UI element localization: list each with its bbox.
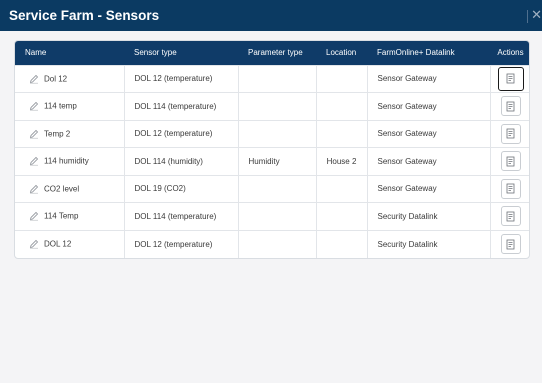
cell-name: Temp 2 (15, 120, 125, 148)
cell-sensor-type: DOL 114 (temperature) (124, 92, 239, 120)
sensor-name: 114 Temp (44, 211, 79, 221)
cell-datalink: Sensor Gateway (367, 65, 491, 93)
page-title: Service Farm - Sensors (9, 8, 160, 23)
document-icon (505, 211, 516, 222)
column-header-actions: Actions (497, 48, 524, 58)
pencil-icon[interactable] (29, 74, 39, 84)
sensor-name: Temp 2 (44, 129, 71, 139)
column-header-datalink[interactable]: FarmOnline+ Datalink (367, 41, 490, 65)
cell-parameter-type (238, 175, 317, 203)
table-row: 114 Temp DOL 114 (temperature) Security Da… (15, 202, 529, 231)
cell-sensor-type: DOL 12 (temperature) (124, 65, 239, 93)
column-header-sensor-type[interactable]: Sensor type (124, 41, 238, 65)
document-icon (505, 239, 516, 250)
pencil-icon[interactable] (29, 211, 39, 221)
column-header-parameter-type[interactable]: Parameter type (238, 41, 316, 65)
action-button[interactable] (500, 178, 521, 199)
table-row: 114 humidity DOL 114 (humidity) Humidity Ho… (15, 147, 529, 176)
column-header-name[interactable]: Name (15, 41, 124, 65)
cell-location (316, 175, 368, 203)
cell-datalink: Sensor Gateway (367, 147, 491, 175)
action-button[interactable] (500, 206, 521, 227)
cell-datalink: Security Datalink (367, 230, 491, 258)
document-icon (505, 101, 516, 112)
cell-datalink: Sensor Gateway (367, 120, 491, 148)
table-row: CO2 level DOL 19 (CO2) Sensor Gateway (15, 175, 529, 203)
cell-name: CO2 level (15, 175, 125, 203)
pencil-icon[interactable] (29, 101, 39, 111)
cell-sensor-type: DOL 12 (temperature) (124, 230, 239, 258)
cell-actions (490, 120, 529, 148)
action-button[interactable] (500, 151, 521, 172)
table-row: Dol 12 DOL 12 (temperature) Sensor Gateway (15, 65, 529, 93)
cell-parameter-type (238, 120, 317, 148)
document-icon (505, 73, 516, 84)
action-button[interactable] (500, 234, 521, 254)
cell-sensor-type: DOL 12 (temperature) (124, 120, 239, 148)
action-button[interactable] (500, 96, 521, 117)
cell-sensor-type: DOL 114 (humidity) (124, 147, 239, 175)
cell-name: 114 Temp (15, 202, 125, 230)
cell-name: 114 temp (15, 92, 125, 120)
cell-actions (490, 93, 529, 121)
sensor-name: CO2 level (44, 184, 80, 194)
cell-name: Dol 12 (15, 65, 125, 93)
sensors-table-card: Name Sensor type Parameter type Location… (14, 40, 530, 259)
cell-parameter-type (238, 92, 317, 120)
cell-name: 114 humidity (15, 147, 125, 175)
document-icon (505, 156, 516, 167)
cell-sensor-type: DOL 114 (temperature) (124, 202, 239, 230)
cell-location (316, 65, 368, 93)
cell-parameter-type (238, 65, 317, 93)
cell-actions (490, 148, 529, 176)
action-button[interactable] (497, 66, 524, 91)
cell-actions (490, 230, 529, 258)
cell-sensor-type: DOL 19 (CO2) (124, 175, 239, 203)
column-header-location[interactable]: Location (316, 41, 367, 65)
sensor-name: DOL 12 (44, 239, 72, 249)
cell-location (316, 120, 368, 148)
cell-name: DOL 12 (15, 230, 125, 258)
close-icon[interactable]: ✕ (531, 7, 542, 23)
sensor-name: 114 humidity (44, 156, 89, 166)
cell-location (316, 230, 368, 258)
document-icon (505, 128, 516, 139)
cell-actions (490, 65, 529, 93)
cell-datalink: Sensor Gateway (367, 92, 491, 120)
table-row: 114 temp DOL 114 (temperature) Sensor Gate… (15, 92, 529, 121)
cell-location: House 2 (316, 147, 368, 175)
action-button[interactable] (500, 123, 521, 144)
sensor-name: Dol 12 (44, 74, 68, 84)
cell-actions (490, 203, 529, 231)
cell-location (316, 92, 368, 120)
table-row: DOL 12 DOL 12 (temperature) Security Datal… (15, 230, 529, 258)
app-header: Service Farm - Sensors ✕ (0, 0, 542, 31)
cell-parameter-type (238, 230, 317, 258)
pencil-icon[interactable] (29, 156, 39, 166)
pencil-icon[interactable] (29, 129, 39, 139)
header-divider (527, 10, 528, 23)
pencil-icon[interactable] (29, 184, 39, 194)
table-row: Temp 2 DOL 12 (temperature) Sensor Gateway (15, 120, 529, 148)
table-header-row: Name Sensor type Parameter type Location… (15, 41, 529, 65)
cell-datalink: Sensor Gateway (367, 175, 491, 203)
sensor-name: 114 temp (44, 101, 77, 111)
cell-actions (490, 175, 529, 203)
cell-parameter-type: Humidity (238, 147, 317, 175)
pencil-icon[interactable] (29, 239, 39, 249)
cell-parameter-type (238, 202, 317, 230)
cell-location (316, 202, 368, 230)
cell-datalink: Security Datalink (367, 202, 491, 230)
document-icon (505, 183, 516, 194)
sensors-table: Name Sensor type Parameter type Location… (15, 41, 529, 258)
